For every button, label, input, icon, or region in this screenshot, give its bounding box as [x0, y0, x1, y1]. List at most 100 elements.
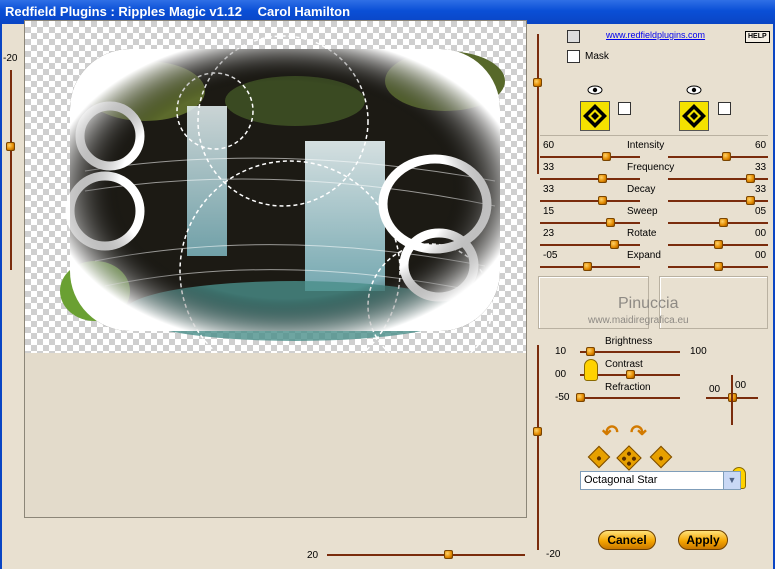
param-left-value: 33 [543, 162, 555, 173]
slider-thumb[interactable] [443, 550, 453, 559]
right-vertical-slider-bottom[interactable] [533, 345, 543, 550]
pattern-left-button[interactable] [580, 101, 610, 131]
rotate-right-icon[interactable]: ↷ [630, 420, 647, 445]
slider-thumb[interactable] [610, 240, 619, 249]
rotate-left-icon[interactable]: ↶ [602, 420, 619, 445]
divider [540, 135, 768, 136]
left-vertical-slider[interactable] [6, 70, 16, 270]
param-right-slider[interactable] [668, 240, 768, 250]
param-right-slider[interactable] [668, 262, 768, 272]
param-right-slider[interactable] [668, 152, 768, 162]
param-left-value: 15 [543, 206, 555, 217]
pointer-hand-icon [584, 359, 598, 381]
slider-track [540, 156, 640, 158]
param-left-slider[interactable] [540, 152, 640, 162]
slider-thumb[interactable] [746, 174, 755, 183]
adjust-left-value: -50 [555, 392, 570, 403]
slider-thumb[interactable] [586, 347, 595, 356]
adjust-left-value: 10 [555, 346, 567, 357]
param-label-intensity: Intensity [627, 140, 665, 151]
param-label-frequency: Frequency [627, 162, 675, 173]
offset-vertical-slider[interactable] [727, 375, 737, 425]
slider-thumb[interactable] [598, 196, 607, 205]
adjust-slider-refraction[interactable] [576, 393, 680, 403]
param-right-value: 00 [755, 250, 767, 261]
preview-toggle-icon[interactable] [567, 30, 580, 43]
slider-thumb[interactable] [719, 218, 728, 227]
apply-button[interactable]: Apply [678, 530, 728, 550]
param-right-value: 33 [755, 184, 767, 195]
slider-thumb[interactable] [598, 174, 607, 183]
slider-thumb[interactable] [6, 142, 15, 151]
eye-icon [686, 85, 702, 95]
param-right-value: 00 [755, 228, 767, 239]
param-left-slider[interactable] [540, 196, 640, 206]
slider-thumb[interactable] [533, 77, 542, 87]
param-label-rotate: Rotate [627, 228, 657, 239]
mask-checkbox[interactable] [567, 50, 580, 63]
param-right-value: 60 [755, 140, 767, 151]
slider-track [540, 178, 640, 180]
pattern-right-checkbox[interactable] [718, 102, 731, 115]
slider-track [580, 351, 680, 353]
slider-track [540, 200, 640, 202]
adjust-left-value: 00 [555, 369, 567, 380]
chevron-down-icon[interactable]: ▼ [723, 472, 740, 489]
pattern-right-button[interactable] [679, 101, 709, 131]
param-left-slider[interactable] [540, 240, 640, 250]
shape-select[interactable]: Octagonal Star ▼ [580, 471, 741, 490]
eye-icon [587, 85, 603, 95]
watermark-name: Pinuccia [618, 295, 679, 312]
adjust-label-brightness: Brightness [605, 336, 653, 347]
param-right-value: 05 [755, 206, 767, 217]
preview-panel[interactable] [24, 20, 527, 518]
slider-track [668, 222, 768, 224]
slider-track [668, 156, 768, 158]
ripple-preview-image [60, 35, 505, 353]
param-right-value: 33 [755, 162, 767, 173]
website-link[interactable]: www.redfieldplugins.com [606, 30, 705, 40]
cancel-button[interactable]: Cancel [598, 530, 656, 550]
param-left-value: 33 [543, 184, 555, 195]
slider-thumb[interactable] [583, 262, 592, 271]
param-left-slider[interactable] [540, 262, 640, 272]
adjust-label-contrast: Contrast [605, 359, 643, 370]
diamond-pattern-icon [581, 102, 609, 130]
slider-thumb[interactable] [626, 370, 635, 379]
param-left-value: -05 [543, 250, 558, 261]
help-button[interactable]: HELP [745, 31, 770, 43]
slider-thumb[interactable] [714, 262, 723, 271]
param-left-slider[interactable] [540, 218, 640, 228]
bottom-offset-slider[interactable] [327, 550, 525, 560]
window-author: Carol Hamilton [257, 4, 351, 19]
right-slider-bottom-value: -20 [546, 549, 561, 560]
slider-thumb[interactable] [746, 196, 755, 205]
param-label-expand: Expand [627, 250, 661, 261]
slider-track [540, 222, 640, 224]
pattern-left-checkbox[interactable] [618, 102, 631, 115]
slider-thumb[interactable] [714, 240, 723, 249]
param-left-slider[interactable] [540, 174, 640, 184]
param-label-sweep: Sweep [627, 206, 658, 217]
bottom-slider-value: 20 [307, 550, 319, 561]
param-right-slider[interactable] [668, 174, 768, 184]
slider-thumb[interactable] [533, 427, 542, 437]
adjust-label-refraction: Refraction [605, 382, 651, 393]
adjust-slider-brightness[interactable] [580, 347, 680, 357]
param-left-value: 23 [543, 228, 555, 239]
param-right-slider[interactable] [668, 218, 768, 228]
watermark-site: www.maidiregrafica.eu [588, 315, 689, 326]
slider-thumb[interactable] [576, 393, 585, 402]
adjust-right-value: 100 [690, 346, 707, 357]
diamond-pattern-icon [680, 102, 708, 130]
slider-track [580, 397, 680, 399]
param-right-slider[interactable] [668, 196, 768, 206]
window-title: Redfield Plugins : Ripples Magic v1.12 [5, 4, 242, 19]
slider-thumb[interactable] [722, 152, 731, 161]
slider-track [540, 244, 640, 246]
slider-thumb[interactable] [602, 152, 611, 161]
slider-thumb[interactable] [606, 218, 615, 227]
param-left-value: 60 [543, 140, 555, 151]
param-label-decay: Decay [627, 184, 656, 195]
mask-label: Mask [585, 51, 609, 62]
